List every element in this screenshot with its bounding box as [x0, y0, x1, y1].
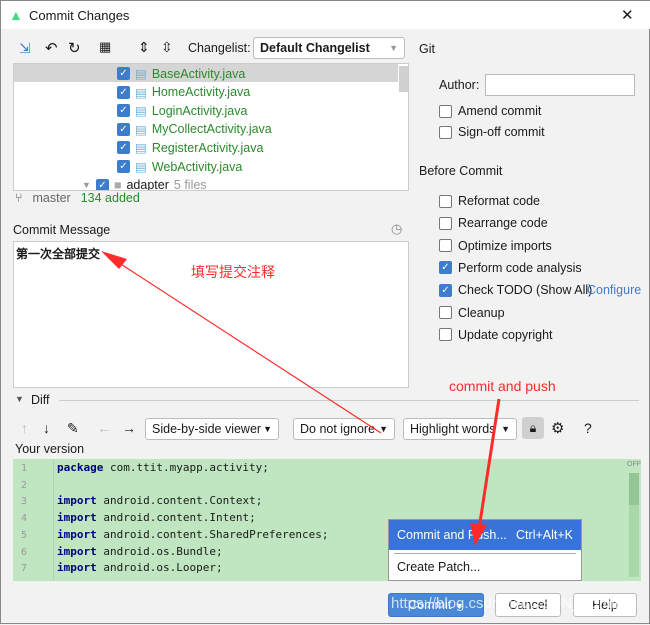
arrow-head-2: [470, 523, 487, 546]
annotation-arrows: [101, 251, 501, 546]
arrow-line-2: [477, 398, 501, 530]
arrow-head-1: [101, 251, 127, 269]
arrow-line-1: [112, 258, 382, 434]
